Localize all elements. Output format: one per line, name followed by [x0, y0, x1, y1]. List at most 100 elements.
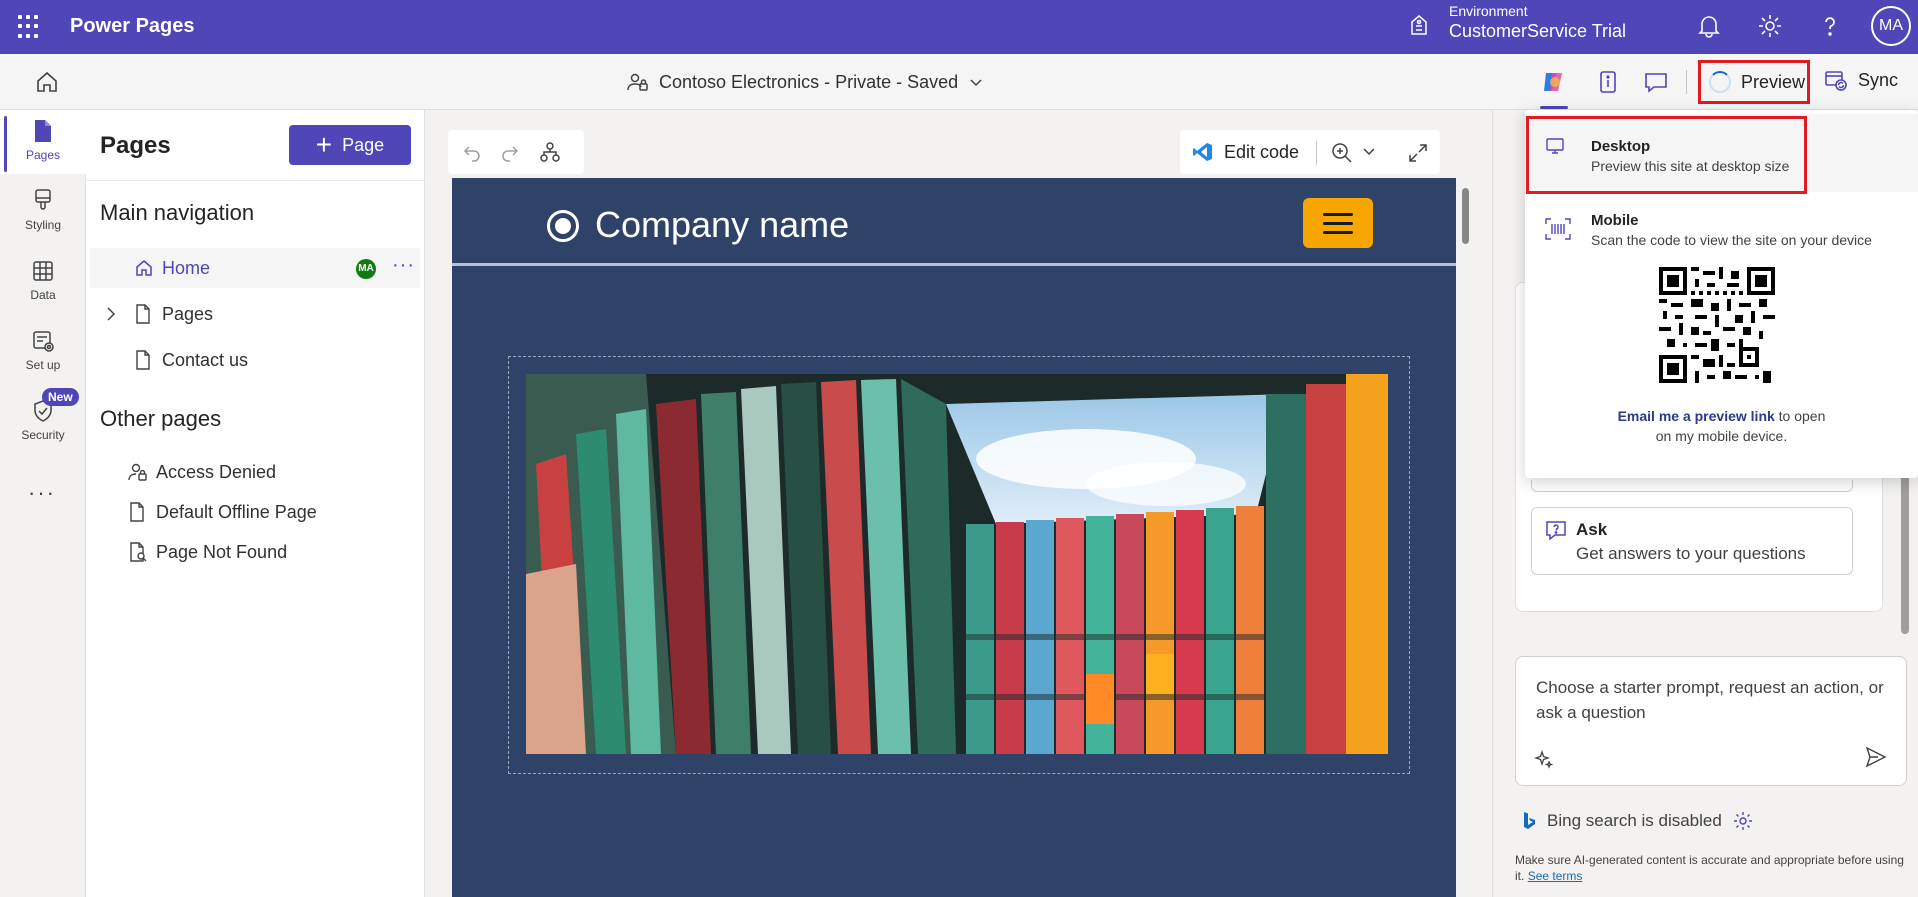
company-logo-icon [547, 210, 579, 242]
comment-icon[interactable] [1642, 68, 1670, 96]
more-options-icon[interactable]: ··· [392, 254, 415, 277]
toolbar-separator [1316, 141, 1317, 165]
sync-label: Sync [1858, 69, 1899, 90]
vscode-icon [1193, 143, 1212, 161]
mobile-subtitle: Scan the code to view the site on your d… [1591, 232, 1872, 248]
person-lock-icon [128, 463, 147, 481]
rail-label: Styling [24, 218, 62, 232]
app-launcher-icon[interactable] [18, 15, 42, 39]
info-icon[interactable] [1594, 68, 1622, 96]
copilot-icon[interactable] [1540, 68, 1568, 96]
rail-item-styling[interactable]: Styling [0, 180, 86, 244]
edit-code-button[interactable]: Edit code [1192, 141, 1299, 163]
environment-icon [1411, 15, 1427, 35]
undo-redo-group [448, 130, 584, 174]
chevron-right-icon[interactable] [102, 304, 120, 324]
page-icon [136, 304, 150, 324]
command-bar: Contoso Electronics - Private - Saved Pr… [0, 54, 1918, 110]
app-name[interactable]: Power Pages [70, 15, 195, 38]
expand-icon[interactable] [1406, 141, 1430, 165]
table-icon [33, 261, 53, 281]
component-tree-icon[interactable] [538, 140, 562, 164]
ask-prompt-card[interactable]: Ask Get answers to your questions [1531, 507, 1853, 575]
brush-icon [35, 189, 51, 210]
building-photo [526, 374, 1388, 754]
chat-question-icon [1546, 521, 1566, 541]
add-page-label: Page [342, 134, 385, 155]
redo-icon[interactable] [500, 142, 520, 162]
rail-item-data[interactable]: Data [0, 250, 86, 314]
nav-item-contact-us[interactable]: Contact us [90, 340, 420, 380]
email-preview-text: Email me a preview link to open on my mo… [1555, 406, 1888, 446]
environment-label: Environment [1449, 3, 1528, 19]
nav-item-home[interactable]: Home MA ··· [90, 248, 420, 288]
rail-item-pages[interactable]: Pages [0, 110, 86, 174]
avatar[interactable]: MA [1871, 6, 1911, 46]
edit-code-label: Edit code [1224, 141, 1300, 162]
other-pages-heading: Other pages [100, 406, 222, 431]
site-title: Contoso Electronics - Private - Saved [659, 71, 959, 92]
chat-input[interactable]: Choose a starter prompt, request an acti… [1515, 656, 1907, 786]
copilot-active-indicator [1540, 106, 1568, 109]
presence-avatar: MA [356, 259, 376, 279]
toolbar-separator [1686, 70, 1687, 94]
site-preview-frame[interactable]: Company name [452, 178, 1456, 897]
chevron-down-icon [970, 79, 982, 87]
plus-icon: + [315, 129, 333, 160]
add-page-button[interactable]: + Page [289, 125, 411, 165]
rail-item-security[interactable]: New Security [0, 388, 86, 454]
page-icon [130, 502, 144, 522]
divider [86, 180, 425, 181]
desktop-option-highlight [1526, 116, 1807, 194]
pages-icon [35, 120, 51, 142]
panel-title: Pages [100, 132, 171, 159]
see-terms-link[interactable]: See terms [1528, 869, 1583, 883]
sync-icon [1825, 71, 1847, 91]
gear-icon[interactable] [1732, 810, 1754, 832]
sync-button[interactable]: Sync [1824, 68, 1898, 92]
main-navigation-heading: Main navigation [100, 200, 255, 225]
nav-item-access-denied[interactable]: Access Denied [90, 452, 420, 492]
send-icon[interactable] [1864, 745, 1888, 769]
site-selector[interactable]: Contoso Electronics - Private - Saved [627, 71, 984, 93]
page-search-icon [130, 542, 147, 562]
more-icon[interactable]: ··· [28, 480, 56, 506]
qr-code[interactable] [1659, 267, 1775, 383]
nav-item-label: Default Offline Page [156, 501, 317, 522]
rail-label: Security [21, 428, 65, 442]
canvas-scrollbar-thumb[interactable] [1462, 188, 1469, 244]
nav-item-label: Home [162, 257, 211, 278]
bell-icon[interactable] [1696, 13, 1722, 39]
left-rail: Pages Styling Data Set up New Security ·… [0, 110, 86, 897]
prompt-card[interactable] [1531, 480, 1853, 492]
zoom-icon[interactable] [1330, 141, 1386, 165]
bing-status: Bing search is disabled [1521, 810, 1754, 832]
chat-placeholder: Choose a starter prompt, request an acti… [1536, 678, 1884, 722]
home-icon[interactable] [34, 69, 60, 95]
rail-label: Data [30, 288, 56, 302]
canvas-scrollbar-track[interactable] [1460, 178, 1470, 897]
nav-item-page-not-found[interactable]: Page Not Found [90, 532, 420, 572]
menu-button[interactable] [1303, 198, 1373, 248]
canvas-area: Edit code Company name [426, 110, 1492, 897]
nav-item-label: Pages [162, 303, 214, 324]
gear-icon[interactable] [1757, 13, 1783, 39]
loading-spinner-icon [1709, 71, 1731, 93]
sparkle-icon[interactable] [1534, 749, 1554, 769]
nav-item-default-offline-page[interactable]: Default Offline Page [90, 492, 420, 532]
preview-button[interactable]: Preview [1698, 60, 1810, 104]
hero-image[interactable] [526, 374, 1388, 754]
company-name[interactable]: Company name [595, 204, 849, 246]
nav-item-pages[interactable]: Pages [90, 294, 420, 334]
home-icon [136, 260, 152, 276]
help-icon[interactable] [1817, 13, 1843, 39]
bing-icon [1524, 812, 1535, 829]
page-icon [136, 350, 150, 370]
email-preview-link[interactable]: Email me a preview link [1618, 408, 1775, 424]
mobile-title: Mobile [1591, 212, 1639, 229]
environment-name[interactable]: CustomerService Trial [1449, 21, 1626, 42]
rail-item-setup[interactable]: Set up [0, 320, 86, 384]
canvas-toolbar: Edit code [448, 130, 1454, 174]
ask-title: Ask [1576, 520, 1608, 539]
undo-icon[interactable] [462, 142, 482, 162]
